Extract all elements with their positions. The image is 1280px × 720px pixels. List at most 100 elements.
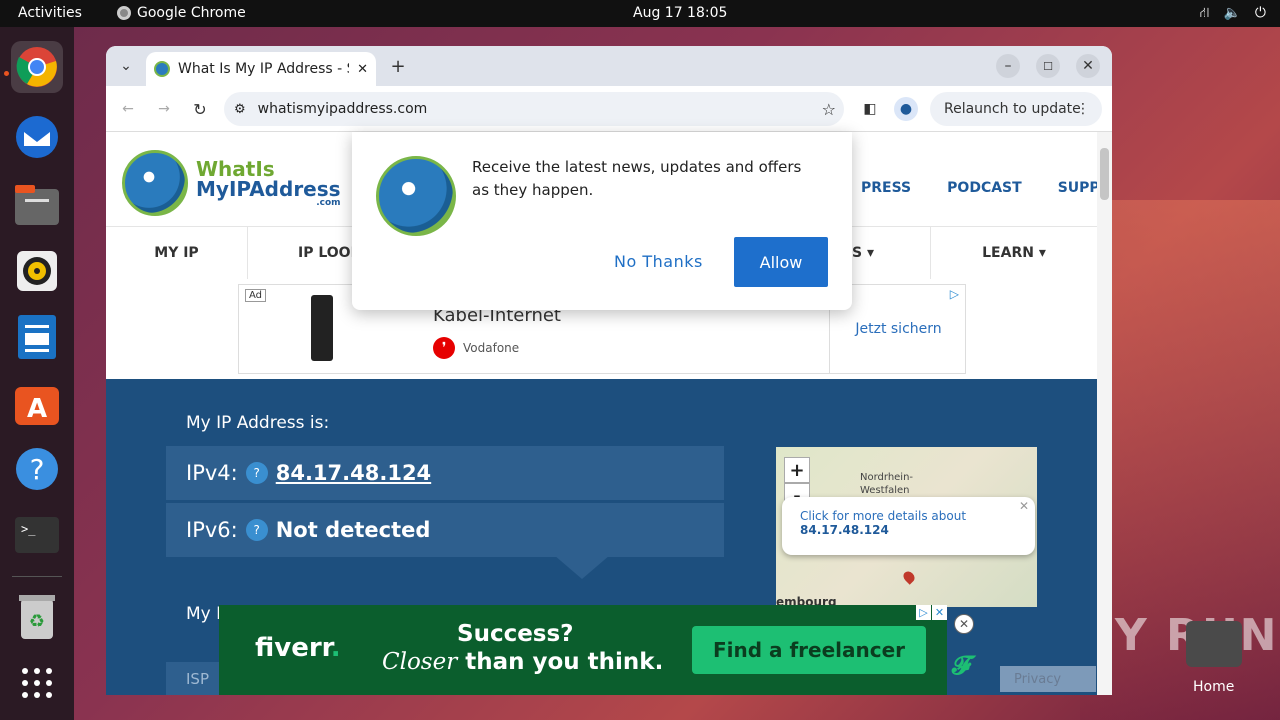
ip-box-pointer [554, 555, 610, 579]
privacy-label: Privacy [1014, 671, 1062, 687]
ipv6-help-icon[interactable]: ? [245, 519, 268, 541]
page-scrollbar[interactable] [1097, 132, 1112, 695]
logo-text: WhatIs MyIPAddress .com [196, 159, 341, 208]
software-icon[interactable]: A [11, 377, 63, 429]
ad-line-2: Closer than you think. [382, 649, 663, 675]
trash-icon[interactable]: ♻ [11, 591, 63, 643]
ad-choices[interactable]: ▷ ✕ [916, 605, 947, 620]
nav-support[interactable]: SUPPORT [1058, 180, 1097, 196]
dock: A ? >_ ♻ [0, 27, 74, 720]
terminal-icon[interactable]: >_ [11, 509, 63, 561]
ipv6-row: IPv6: ? Not detected [166, 503, 724, 557]
app-menu[interactable]: Google Chrome [117, 5, 246, 21]
isp-label: ISP [166, 662, 222, 695]
tab-strip: ⌄ What Is My IP Address - S ✕ + – ☐ ✕ [106, 46, 1112, 86]
menu-kebab-icon[interactable]: ⋮ [1076, 101, 1090, 117]
ipv4-help-icon[interactable]: ? [245, 462, 268, 484]
network-icon: ⛙ [1199, 5, 1210, 21]
no-thanks-button[interactable]: No Thanks [614, 252, 703, 271]
logo-mip: MyIPAddress [196, 176, 341, 201]
thunderbird-icon[interactable] [11, 111, 63, 163]
zoom-in-button[interactable]: + [784, 457, 810, 483]
help-icon[interactable]: ? [11, 443, 63, 495]
system-tray[interactable]: ⛙ 🔈 ⏻ [1200, 5, 1266, 23]
site-logo[interactable]: WhatIs MyIPAddress .com [122, 150, 341, 216]
allow-button[interactable]: Allow [734, 237, 828, 287]
volume-icon: 🔈 [1223, 5, 1241, 21]
map-popup[interactable]: ✕ Click for more details about 84.17.48.… [782, 497, 1035, 555]
activities-button[interactable]: Activities [18, 5, 82, 21]
adchoices-play-icon: ▷ [916, 605, 931, 620]
side-panel-icon[interactable]: ◧ [858, 97, 882, 121]
address-bar[interactable]: ⚙ whatismyipaddress.com ☆ [224, 92, 844, 126]
router-image [311, 295, 333, 361]
ipv6-value: Not detected [275, 518, 431, 542]
profile-icon[interactable]: ● [894, 97, 918, 121]
svg-text:>_: >_ [21, 522, 36, 536]
clock[interactable]: Aug 17 18:05 [633, 5, 727, 21]
nav-my-ip[interactable]: MY IP [106, 227, 248, 279]
apps-grid-icon[interactable] [11, 657, 63, 709]
reload-button[interactable]: ↻ [188, 97, 212, 121]
power-icon: ⏻ [1254, 5, 1266, 21]
tab-whatismyip[interactable]: What Is My IP Address - S ✕ [146, 52, 376, 86]
map-pin-icon[interactable] [901, 569, 917, 585]
ipv4-row: IPv4: ? 84.17.48.124 [166, 446, 724, 500]
logo-globe-icon [122, 150, 188, 216]
scrollbar-thumb[interactable] [1100, 148, 1109, 200]
popup-text: Click for more details about [800, 509, 967, 523]
ipv6-label: IPv6: [186, 518, 238, 542]
find-freelancer-button[interactable]: Find a freelancer [692, 626, 926, 674]
nav-press[interactable]: PRESS [861, 180, 911, 196]
chrome-small-icon [117, 6, 131, 20]
toolbar: ← → ↻ ⚙ whatismyipaddress.com ☆ ◧ ● Rela… [106, 86, 1112, 132]
ad-line-2b: than you think. [457, 649, 664, 675]
vodafone-logo-icon: ❜ [433, 337, 455, 359]
ad-close-icon[interactable]: ✕ [954, 614, 974, 634]
ad-label: Ad [245, 289, 267, 302]
forward-button[interactable]: → [152, 97, 176, 121]
prompt-message: Receive the latest news, updates and off… [472, 158, 802, 199]
back-button[interactable]: ← [116, 97, 140, 121]
svg-text:?: ? [30, 453, 45, 486]
adchoices-icon[interactable]: ▷ [950, 287, 959, 301]
home-folder-icon[interactable] [1186, 621, 1242, 667]
home-label: Home [1193, 679, 1235, 695]
popup-close-icon[interactable]: ✕ [1019, 499, 1029, 513]
map-region-label: Nordrhein- Westfalen [860, 472, 914, 496]
globe-favicon-icon [154, 61, 170, 77]
top-nav: PRESS PODCAST SUPPORT [861, 180, 1097, 196]
files-icon[interactable] [11, 179, 63, 231]
ad-fiverr-mark-icon: 𝓕 [952, 651, 972, 681]
maximize-button[interactable]: ☐ [1036, 54, 1060, 78]
ad-brand-name: Vodafone [463, 341, 520, 355]
site-info-icon[interactable]: ⚙ [234, 102, 246, 117]
privacy-badge[interactable]: Privacy [1000, 666, 1096, 692]
running-indicator [4, 71, 9, 76]
new-tab-button[interactable]: + [386, 54, 410, 78]
bottom-ad-banner[interactable]: fiverr. Success? Closer than you think. … [219, 605, 947, 695]
popup-ip[interactable]: 84.17.48.124 [800, 523, 889, 537]
tab-close-icon[interactable]: ✕ [357, 62, 368, 77]
location-map[interactable]: + - Nordrhein- Westfalen ✕ Click for mor… [776, 447, 1037, 607]
chrome-icon[interactable] [11, 41, 63, 93]
adchoices-close-icon: ✕ [932, 605, 947, 620]
logo-what: WhatIs [196, 156, 275, 181]
ad-line-2a: Closer [382, 649, 458, 675]
ad-line-1: Success? [457, 621, 574, 647]
nav-learn[interactable]: LEARN ▾ [931, 227, 1097, 279]
svg-text:A: A [27, 394, 47, 424]
tab-search-button[interactable]: ⌄ [114, 54, 138, 78]
nav-podcast[interactable]: PODCAST [947, 180, 1022, 196]
relaunch-button[interactable]: Relaunch to update ⋮ [930, 92, 1102, 126]
bookmark-star-icon[interactable]: ☆ [822, 100, 836, 119]
app-menu-label: Google Chrome [137, 5, 246, 21]
ipv4-value[interactable]: 84.17.48.124 [276, 461, 431, 485]
url-text: whatismyipaddress.com [257, 101, 428, 117]
minimize-button[interactable]: – [996, 54, 1020, 78]
ip-info-label: My I [186, 604, 222, 624]
writer-icon[interactable] [11, 311, 63, 363]
rhythmbox-icon[interactable] [11, 245, 63, 297]
close-window-button[interactable]: ✕ [1076, 54, 1100, 78]
notification-prompt: Receive the latest news, updates and off… [352, 132, 852, 310]
